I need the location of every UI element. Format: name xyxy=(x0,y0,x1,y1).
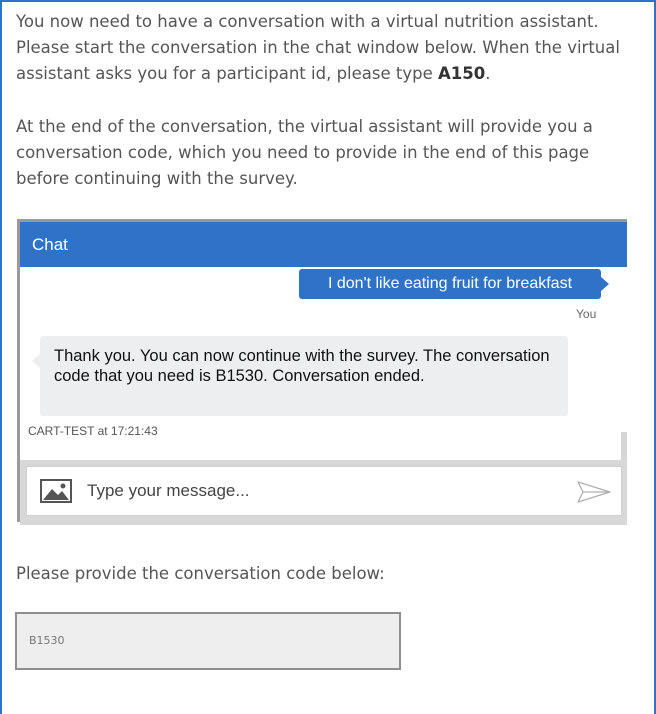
user-message-bubble: I don't like eating fruit for breakfast xyxy=(299,269,609,299)
message-composer xyxy=(26,466,622,516)
send-icon[interactable] xyxy=(577,481,611,503)
instructions-paragraph: You now need to have a conversation with… xyxy=(16,9,636,87)
chat-header: Chat xyxy=(20,222,627,267)
message-input[interactable] xyxy=(87,476,547,506)
chat-widget: Chat I don't like eating fruit for break… xyxy=(17,219,627,525)
bot-message-meta: CART-TEST at 17:21:43 xyxy=(28,424,158,438)
user-sender-label: You xyxy=(576,307,597,321)
chat-scrollbar[interactable] xyxy=(621,432,627,462)
code-instructions-paragraph: At the end of the conversation, the virt… xyxy=(16,117,593,188)
code-prompt-label: Please provide the conversation code bel… xyxy=(16,564,385,583)
instructions-suffix: . xyxy=(485,64,491,83)
conversation-code-field[interactable] xyxy=(15,612,401,670)
image-upload-icon[interactable] xyxy=(40,479,72,503)
conversation-code-input[interactable] xyxy=(29,628,379,652)
participant-id: A150 xyxy=(438,64,486,83)
bot-message-bubble: Thank you. You can now continue with the… xyxy=(32,336,568,416)
instructions-text: You now need to have a conversation with… xyxy=(16,12,620,83)
